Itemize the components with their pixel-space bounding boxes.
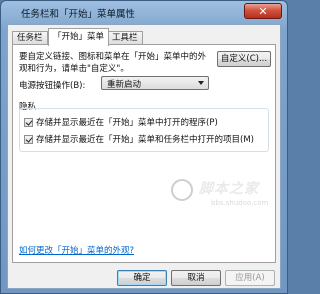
watermark: 脚本之家 bbs.shudoo.com [171, 175, 291, 215]
tab-start-menu[interactable]: 「开始」菜单 [48, 28, 110, 46]
tab-panel-start-menu: 要自定义链接、图标和菜单在「开始」菜单中的外观和行为，请单击"自定义"。 自定义… [12, 44, 276, 263]
ok-button[interactable]: 确定 [117, 270, 167, 286]
customize-button[interactable]: 自定义(C)... [217, 51, 271, 67]
window-title: 任务栏和「开始」菜单属性 [21, 9, 136, 20]
power-button-select[interactable]: 重新启动 [101, 76, 209, 90]
tab-toolbars[interactable]: 工具栏 [107, 31, 143, 45]
watermark-logo-icon [171, 179, 193, 201]
tab-taskbar[interactable]: 任务栏 [12, 31, 48, 45]
privacy-item-programs-label: 存储并显示最近在「开始」菜单中打开的程序(P) [36, 118, 218, 128]
description-text: 要自定义链接、图标和菜单在「开始」菜单中的外观和行为，请单击"自定义"。 [19, 52, 207, 74]
cancel-button[interactable]: 取消 [171, 270, 221, 286]
close-button[interactable]: ✕ [244, 3, 282, 19]
privacy-item-recent-label: 存储并显示最近在「开始」菜单和任务栏中打开的项目(M) [36, 135, 254, 145]
dialog-client: 任务栏 「开始」菜单 工具栏 要自定义链接、图标和菜单在「开始」菜单中的外观和行… [7, 24, 281, 289]
power-button-value: 重新启动 [107, 80, 142, 90]
title-bar[interactable]: 任务栏和「开始」菜单属性 ✕ [1, 1, 287, 23]
watermark-text: 脚本之家 [199, 181, 259, 197]
watermark-subtext: bbs.shudoo.com [211, 199, 269, 207]
power-button-label: 电源按钮操作(B): [19, 81, 86, 91]
chevron-down-icon [198, 81, 204, 85]
checkbox-checked-icon[interactable] [24, 118, 33, 127]
privacy-group: 存储并显示最近在「开始」菜单中打开的程序(P) 存储并显示最近在「开始」菜单和任… [19, 108, 269, 152]
apply-button[interactable]: 应用(A) [225, 270, 275, 286]
dialog-window: 任务栏和「开始」菜单属性 ✕ 任务栏 「开始」菜单 工具栏 要自定义链接、图标和… [0, 0, 288, 294]
checkbox-checked-icon[interactable] [24, 135, 33, 144]
privacy-item-recent[interactable]: 存储并显示最近在「开始」菜单和任务栏中打开的项目(M) [24, 133, 254, 145]
privacy-item-programs[interactable]: 存储并显示最近在「开始」菜单中打开的程序(P) [24, 116, 218, 128]
help-link[interactable]: 如何更改「开始」菜单的外观? [19, 244, 134, 256]
